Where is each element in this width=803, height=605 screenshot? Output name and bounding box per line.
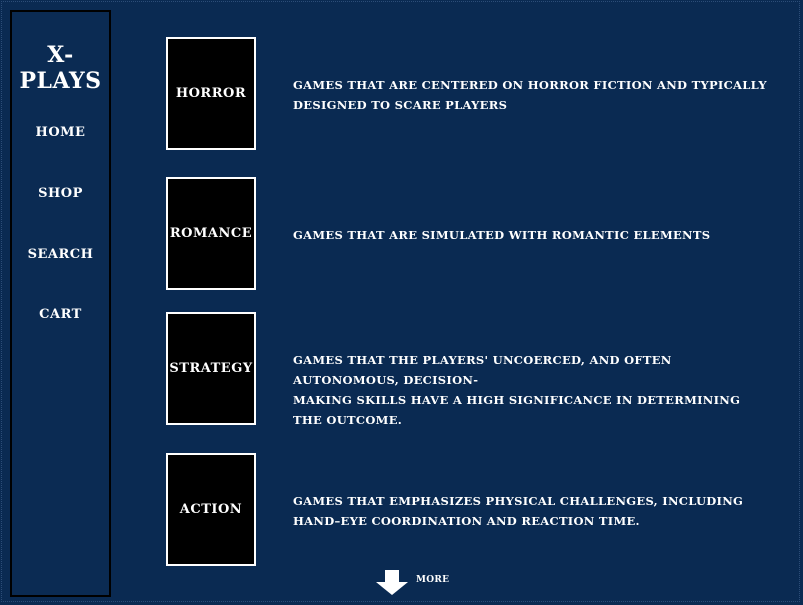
nav-shop-link[interactable]: SHOP: [12, 186, 109, 201]
nav-cart-link[interactable]: CART: [12, 307, 109, 322]
nav-search-link[interactable]: SEARCH: [12, 247, 109, 262]
more-button[interactable]: MORE: [376, 570, 449, 596]
genre-description-strategy: GAMES THAT THE PLAYERS' UNCOERCED, AND O…: [293, 353, 741, 427]
genre-description-action: GAMES THAT EMPHASIZES PHYSICAL CHALLENGE…: [293, 494, 744, 528]
genre-card-strategy[interactable]: STRATEGY: [166, 312, 256, 425]
more-label: MORE: [416, 575, 450, 585]
genre-card-action[interactable]: ACTION: [166, 453, 256, 566]
nav-home-link[interactable]: HOME: [12, 125, 109, 140]
arrow-down-icon: [376, 570, 408, 596]
genre-description-horror: GAMES THAT ARE CENTERED ON HORROR FICTIO…: [293, 78, 767, 112]
genre-card-romance[interactable]: ROMANCE: [166, 177, 256, 290]
genre-card-horror[interactable]: HORROR: [166, 37, 256, 150]
site-logo[interactable]: X-PLAYS: [12, 42, 109, 94]
genre-label: ACTION: [179, 502, 243, 517]
genre-label: STRATEGY: [169, 361, 253, 376]
genre-description-romance: GAMES THAT ARE SIMULATED WITH ROMANTIC E…: [293, 228, 711, 242]
genre-label: ROMANCE: [169, 226, 253, 241]
genre-label: HORROR: [175, 86, 247, 101]
sidebar: X-PLAYS HOME SHOP SEARCH CART: [10, 10, 111, 597]
